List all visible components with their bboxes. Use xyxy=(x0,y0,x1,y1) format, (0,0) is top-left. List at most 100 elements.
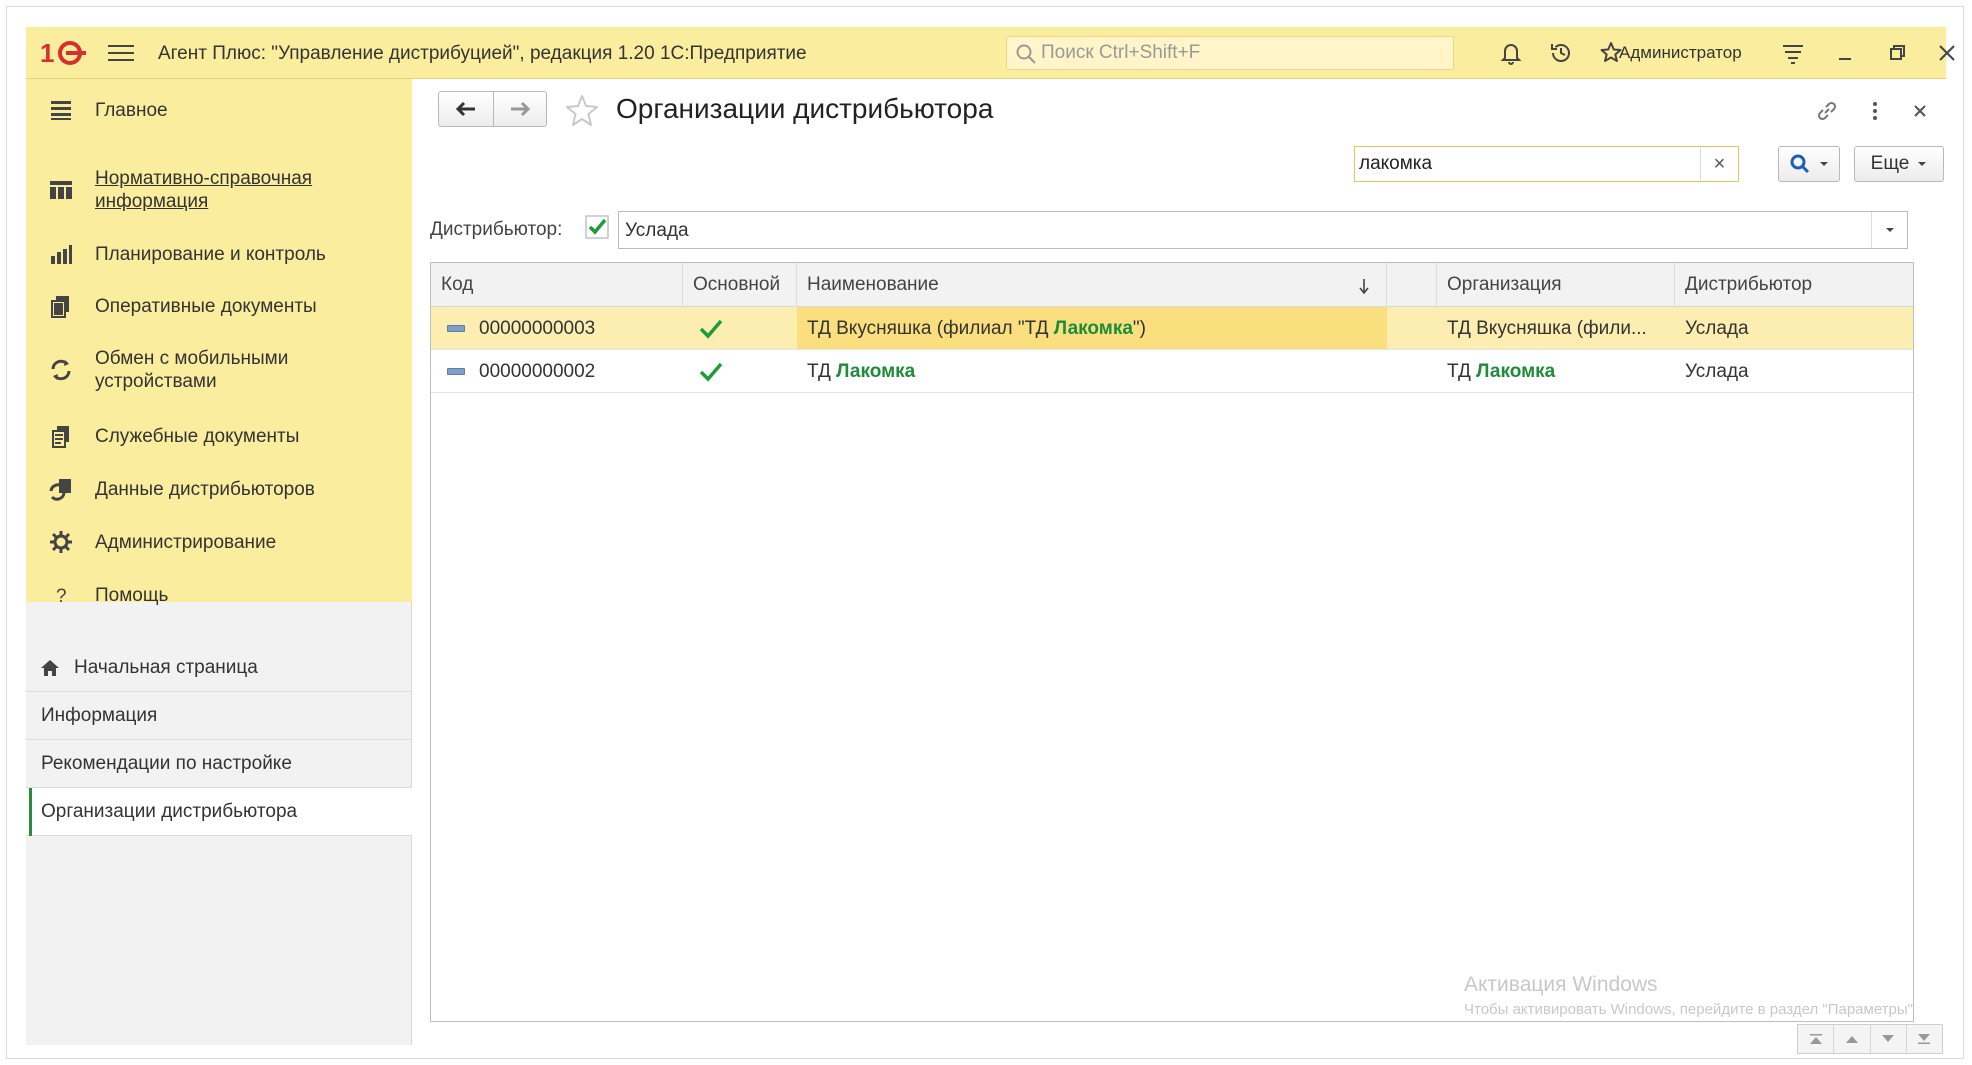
chevron-down-icon xyxy=(1885,228,1894,232)
column-header-name[interactable]: Наименование xyxy=(797,263,1387,307)
cell-distributor: Услада xyxy=(1685,318,1749,339)
catalog-item-icon xyxy=(447,368,465,375)
chevron-down-icon xyxy=(1820,162,1828,166)
search-icon xyxy=(1016,44,1036,64)
cell-organization-text: ТД xyxy=(1447,361,1477,382)
catalog-item-icon xyxy=(447,325,465,332)
distributor-data-icon xyxy=(49,479,71,501)
user-name[interactable]: Администратор xyxy=(1619,43,1742,63)
checkmark-icon xyxy=(699,362,723,382)
scroll-top-button[interactable] xyxy=(1798,1025,1835,1053)
column-header-code[interactable]: Код xyxy=(431,263,683,307)
search-match: Лакомка xyxy=(1476,361,1556,382)
history-icon[interactable] xyxy=(1547,39,1575,67)
cell-name-text: ТД xyxy=(807,361,837,382)
table-row[interactable]: 00000000003 ТД Вкусняшка (филиал "ТД Лак… xyxy=(431,307,1913,350)
section-mobile-exchange[interactable]: Обмен с мобильными устройствами xyxy=(26,347,412,397)
documents-icon xyxy=(51,296,69,318)
section-administration[interactable]: Администрирование xyxy=(26,529,412,559)
section-label: Нормативно-справочная информация xyxy=(95,168,313,212)
cell-organization: ТД Лакомка xyxy=(1437,350,1675,392)
section-label: Данные дистрибьюторов xyxy=(95,479,315,500)
search-match: Лакомка xyxy=(1053,318,1133,339)
distributor-filter-field[interactable]: Услада xyxy=(618,211,1908,249)
search-match: Лакомка xyxy=(836,361,916,382)
cell-name-text-end: ") xyxy=(1132,318,1146,339)
application-window: 1 Агент Плюс: "Управление дистрибуцией",… xyxy=(26,27,1955,1054)
scroll-down-button[interactable] xyxy=(1871,1025,1907,1053)
section-label: Служебные документы xyxy=(95,426,300,447)
column-header-empty[interactable] xyxy=(1387,263,1437,307)
column-header-organization[interactable]: Организация xyxy=(1437,263,1675,307)
scroll-down-icon xyxy=(1882,1035,1895,1042)
settings-lines-icon[interactable] xyxy=(1779,39,1807,67)
forward-button[interactable] xyxy=(493,91,547,127)
more-vertical-icon[interactable] xyxy=(1861,97,1889,125)
cell-code: 00000000002 xyxy=(479,361,596,382)
close-window-icon[interactable] xyxy=(1933,39,1961,67)
main-menu-icon[interactable] xyxy=(108,40,134,66)
add-to-favorites-icon[interactable] xyxy=(564,93,600,129)
section-distributor-data[interactable]: Данные дистрибьюторов xyxy=(26,476,412,506)
cell-code: 00000000003 xyxy=(479,318,596,339)
scroll-top-icon xyxy=(1809,1034,1822,1044)
arrow-left-icon xyxy=(455,101,475,117)
chart-icon xyxy=(51,245,72,264)
restore-icon[interactable] xyxy=(1883,39,1911,67)
clear-icon: × xyxy=(1713,152,1726,175)
service-docs-icon xyxy=(52,426,69,448)
sections-panel: Главное Нормативно-справочная информация… xyxy=(26,79,412,607)
search-button[interactable] xyxy=(1778,146,1840,182)
help-icon: ? xyxy=(56,586,67,607)
distributor-filter-checkbox[interactable] xyxy=(585,215,609,239)
section-label: Администрирование xyxy=(95,532,277,553)
link-icon[interactable] xyxy=(1813,97,1841,125)
organizations-table[interactable]: Код Основной Наименование Организация Ди… xyxy=(430,262,1914,1022)
cell-organization-text: ТД Вкусняшка (фили... xyxy=(1447,318,1647,339)
section-help[interactable]: ? Помощь xyxy=(26,582,412,612)
arrow-right-icon xyxy=(511,101,531,117)
section-reference-info[interactable]: Нормативно-справочная информация xyxy=(26,167,412,217)
form-title: Организации дистрибьютора xyxy=(616,93,994,124)
sidebar: Главное Нормативно-справочная информация… xyxy=(26,79,412,1045)
sync-icon xyxy=(51,359,71,381)
page-setup-recommendations[interactable]: Рекомендации по настройке xyxy=(26,740,412,788)
cell-name: ТД Вкусняшка (филиал "ТД Лакомка") xyxy=(797,307,1387,349)
column-header-distributor[interactable]: Дистрибьютор xyxy=(1675,263,1913,307)
page-information[interactable]: Информация xyxy=(26,692,412,740)
table-row[interactable]: 00000000002 ТД Лакомка ТД Лакомка Услада xyxy=(431,350,1913,393)
scroll-bottom-icon xyxy=(1918,1034,1931,1044)
more-label: Еще xyxy=(1870,153,1910,174)
svg-text:1: 1 xyxy=(40,38,54,68)
page-home[interactable]: Начальная страница xyxy=(26,644,412,692)
back-button[interactable] xyxy=(438,91,494,127)
section-label: Главное xyxy=(95,100,168,121)
section-service-docs[interactable]: Служебные документы xyxy=(26,423,412,453)
watermark-subtitle: Чтобы активировать Windows, перейдите в … xyxy=(1464,1001,1914,1018)
1c-logo-icon: 1 xyxy=(40,38,86,68)
column-header-main[interactable]: Основной xyxy=(683,263,797,307)
section-label: Помощь xyxy=(95,585,169,606)
form-area: Организации дистрибьютора лакомка × Еще … xyxy=(412,79,1946,1054)
bell-icon[interactable] xyxy=(1497,39,1525,67)
section-main[interactable]: Главное xyxy=(26,97,412,127)
app-title: Агент Плюс: "Управление дистрибуцией", р… xyxy=(158,43,807,64)
page-distributor-organizations[interactable]: Организации дистрибьютора xyxy=(26,788,412,836)
minimize-icon[interactable] xyxy=(1831,39,1859,67)
close-form-icon[interactable] xyxy=(1906,97,1934,125)
table-scroll-controls xyxy=(1797,1024,1943,1054)
clear-search-button[interactable]: × xyxy=(1700,147,1738,181)
section-operational-docs[interactable]: Оперативные документы xyxy=(26,293,412,323)
global-search-input[interactable]: Поиск Ctrl+Shift+F xyxy=(1006,36,1454,70)
column-header-label: Наименование xyxy=(807,274,939,295)
windows-activation-watermark: Активация Windows Чтобы активировать Win… xyxy=(1464,973,1914,1018)
list-search-input[interactable]: лакомка xyxy=(1354,146,1739,182)
scroll-bottom-button[interactable] xyxy=(1907,1025,1942,1053)
scroll-up-button[interactable] xyxy=(1834,1025,1871,1053)
more-button[interactable]: Еще xyxy=(1854,146,1944,182)
distributor-dropdown-button[interactable] xyxy=(1871,212,1907,248)
section-label: Обмен с мобильными устройствами xyxy=(95,348,289,392)
home-icon xyxy=(41,660,59,676)
watermark-title: Активация Windows xyxy=(1464,973,1658,996)
section-planning[interactable]: Планирование и контроль xyxy=(26,241,412,271)
